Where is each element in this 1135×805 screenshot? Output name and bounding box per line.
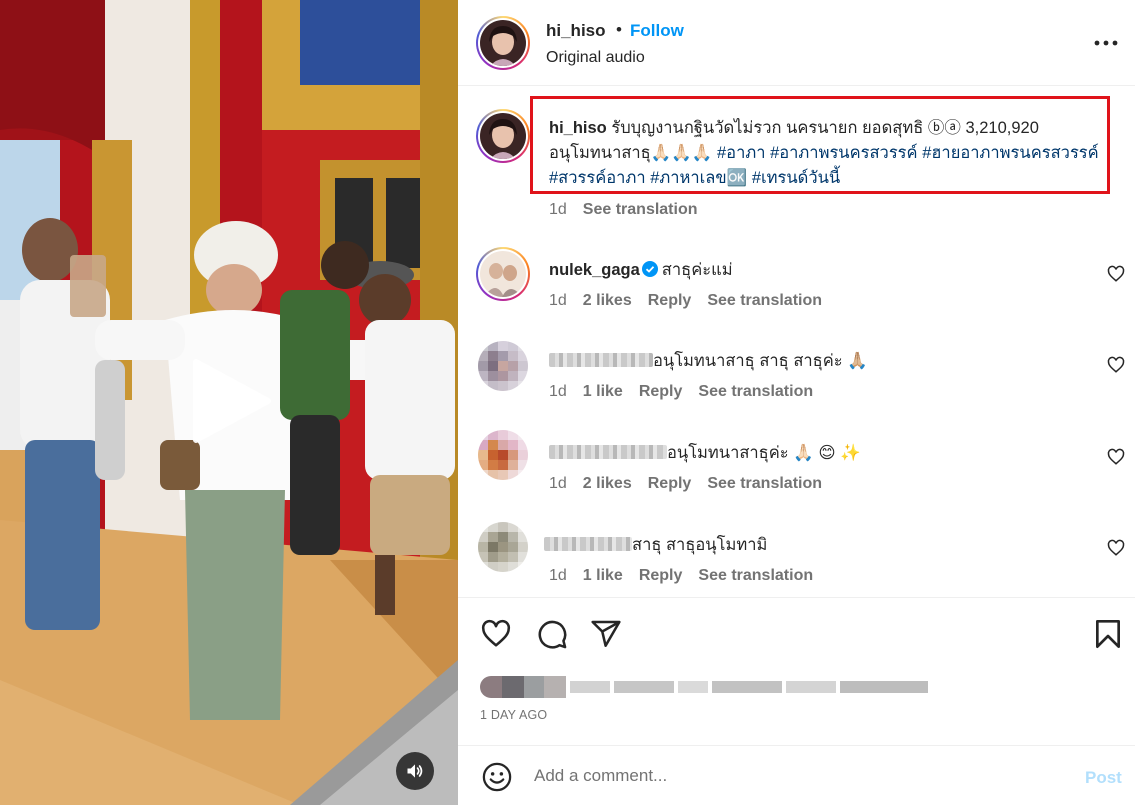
- emoji-icon[interactable]: [482, 762, 512, 792]
- audio-link[interactable]: Original audio: [546, 49, 645, 67]
- comment-likes[interactable]: 1 like: [583, 567, 623, 584]
- comment-likes[interactable]: 2 likes: [583, 475, 632, 492]
- separator-dot: •: [616, 20, 622, 39]
- comment-like-icon[interactable]: [1107, 265, 1125, 283]
- comment-username-redacted[interactable]: [549, 353, 653, 367]
- bookmark-icon[interactable]: [1092, 618, 1124, 650]
- more-horizontal-icon[interactable]: [1094, 38, 1118, 48]
- volume-icon: [407, 764, 423, 778]
- caption-username[interactable]: hi_hiso: [549, 119, 607, 137]
- see-translation-link[interactable]: See translation: [698, 383, 813, 400]
- comment-body: อนุโมทนาสาธุ สาธุ สาธุค่ะ 🙏🏼: [653, 352, 868, 370]
- comment-body: สาธุ สาธุอนุโมทามิ: [632, 536, 768, 554]
- video-player[interactable]: [0, 0, 458, 805]
- comment-icon[interactable]: [536, 618, 568, 650]
- see-translation-link[interactable]: See translation: [707, 292, 822, 309]
- see-translation-link[interactable]: See translation: [707, 475, 822, 492]
- comment-username[interactable]: nulek_gaga: [549, 261, 640, 279]
- comment-time: 1d: [549, 567, 567, 584]
- reply-button[interactable]: Reply: [639, 383, 683, 400]
- see-translation-link[interactable]: See translation: [698, 567, 813, 584]
- post-header: hi_hiso • Follow Original audio: [458, 0, 1135, 86]
- author-username[interactable]: hi_hiso: [546, 21, 606, 41]
- liked-by-redacted[interactable]: [480, 676, 928, 698]
- comment-avatar[interactable]: [476, 247, 530, 301]
- hashtag[interactable]: #ภาหาเลข🆗: [650, 169, 747, 187]
- comment-meta: 1d 1 like Reply See translation: [549, 567, 829, 585]
- comment-text: อนุโมทนาสาธุค่ะ 🙏🏻 😊 ✨: [549, 440, 861, 466]
- caption-meta: 1d See translation: [549, 201, 714, 219]
- comment-like-icon[interactable]: [1107, 539, 1125, 557]
- comment-time: 1d: [549, 475, 567, 492]
- comment-like-icon[interactable]: [1107, 356, 1125, 374]
- volume-button[interactable]: [396, 752, 434, 790]
- caption-time: 1d: [549, 201, 567, 218]
- hashtag[interactable]: #สวรรค์อาภา: [549, 169, 646, 187]
- comment-avatar-image: [480, 251, 526, 297]
- post-time-ago[interactable]: 1 DAY AGO: [480, 708, 547, 722]
- comment-text: สาธุ สาธุอนุโมทามิ: [544, 532, 767, 558]
- comment-text: อนุโมทนาสาธุ สาธุ สาธุค่ะ 🙏🏼: [549, 348, 868, 374]
- comment-meta: 1d 2 likes Reply See translation: [549, 292, 838, 310]
- reply-button[interactable]: Reply: [648, 475, 692, 492]
- comment-username-redacted[interactable]: [544, 537, 632, 551]
- caption-text: hi_hiso รับบุญงานกฐินวัดไม่รวก นครนายก ย…: [549, 116, 1109, 191]
- comment-like-icon[interactable]: [1107, 448, 1125, 466]
- post-panel: hi_hiso • Follow Original audio hi_hiso …: [458, 0, 1135, 805]
- action-bar: 1 DAY AGO: [458, 597, 1135, 745]
- author-avatar-image: [480, 20, 526, 66]
- comment-likes[interactable]: 2 likes: [583, 292, 632, 309]
- caption-avatar[interactable]: [476, 109, 530, 163]
- comment-body: อนุโมทนาสาธุค่ะ 🙏🏻 😊 ✨: [667, 444, 861, 462]
- play-icon[interactable]: [188, 358, 274, 444]
- comment-likes[interactable]: 1 like: [583, 383, 623, 400]
- comment-time: 1d: [549, 383, 567, 400]
- comment-avatar[interactable]: [478, 341, 528, 391]
- caption-avatar-image: [480, 113, 526, 159]
- reply-button[interactable]: Reply: [639, 567, 683, 584]
- hashtag[interactable]: #อาภา: [717, 144, 766, 162]
- comment-input[interactable]: [534, 760, 1054, 792]
- reply-button[interactable]: Reply: [648, 292, 692, 309]
- follow-button[interactable]: Follow: [630, 21, 684, 41]
- hashtag[interactable]: #เทรนด์วันนี้: [752, 169, 840, 187]
- hashtag[interactable]: #ฮายอาภาพรนครสวรรค์: [922, 144, 1099, 162]
- heart-icon[interactable]: [480, 618, 512, 650]
- author-avatar[interactable]: [476, 16, 530, 70]
- comment-meta: 1d 1 like Reply See translation: [549, 383, 829, 401]
- comment-username-redacted[interactable]: [549, 445, 667, 459]
- comment-avatar[interactable]: [478, 430, 528, 480]
- hashtag[interactable]: #อาภาพรนครสวรรค์: [770, 144, 918, 162]
- comment-meta: 1d 2 likes Reply See translation: [549, 475, 838, 493]
- comment-composer: Post: [458, 745, 1135, 805]
- share-icon[interactable]: [590, 618, 622, 650]
- see-translation-link[interactable]: See translation: [583, 201, 698, 218]
- post-button[interactable]: Post: [1085, 768, 1122, 788]
- comment-text: nulek_gaga สาธุค่ะแม่: [549, 257, 733, 283]
- comment-avatar[interactable]: [478, 522, 528, 572]
- comment-body: สาธุค่ะแม่: [661, 261, 733, 279]
- comment-time: 1d: [549, 292, 567, 309]
- verified-badge-icon: [641, 261, 658, 277]
